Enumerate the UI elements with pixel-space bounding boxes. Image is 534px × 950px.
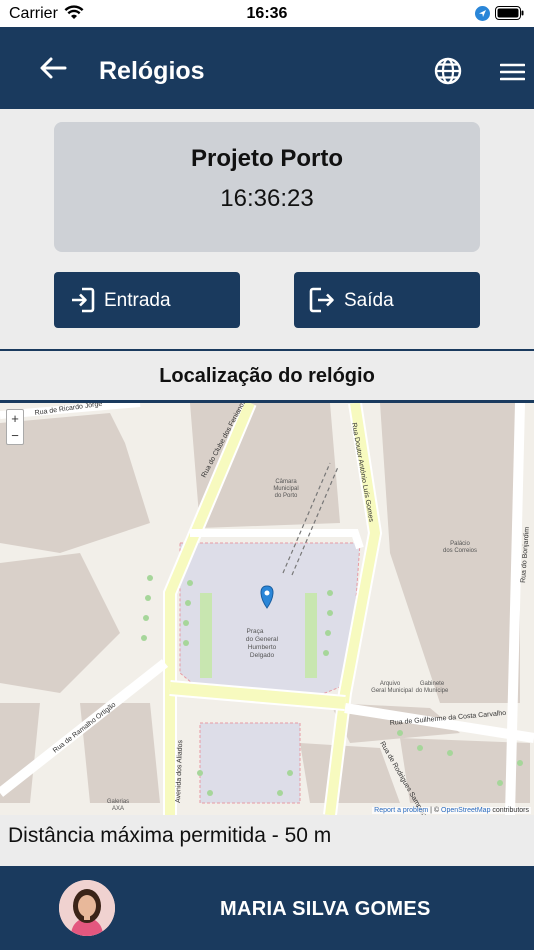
page-title: Relógios	[99, 57, 205, 85]
map-view[interactable]: Praça do General Humberto Delgado Câmara…	[0, 403, 534, 815]
status-bar: Carrier 16:36	[0, 0, 534, 27]
globe-icon[interactable]	[434, 57, 462, 85]
svg-text:do General: do General	[246, 636, 279, 643]
svg-text:do Porto: do Porto	[275, 493, 298, 499]
map-attribution: Report a problem | © OpenStreetMap contr…	[372, 807, 531, 814]
osm-link[interactable]: OpenStreetMap	[441, 807, 490, 814]
distance-info: Distância máxima permitida - 50 m	[0, 815, 534, 866]
project-name: Projeto Porto	[190, 145, 343, 172]
svg-text:AXA: AXA	[112, 806, 124, 812]
back-arrow-icon[interactable]	[38, 55, 68, 81]
section-title: Localização do relógio	[159, 365, 375, 387]
user-footer: MARIA SILVA GOMES	[0, 866, 534, 950]
svg-text:Municipal: Municipal	[273, 486, 298, 492]
svg-text:Galerias: Galerias	[107, 799, 129, 805]
entry-icon	[72, 287, 95, 313]
exit-button[interactable]: Saída	[294, 272, 480, 328]
svg-text:Arquivo: Arquivo	[380, 681, 401, 687]
status-time: 16:36	[246, 5, 288, 22]
svg-text:Delgado: Delgado	[250, 652, 275, 659]
exit-label: Saída	[344, 290, 394, 311]
distance-label: Distância máxima permitida - 50 m	[8, 824, 332, 847]
current-time: 16:36:23	[220, 185, 314, 212]
svg-text:dos Correios: dos Correios	[443, 548, 477, 554]
map-zoom-controls[interactable]: + −	[6, 409, 24, 445]
svg-text:Praça: Praça	[247, 628, 264, 635]
clock-card: Projeto Porto 16:36:23	[54, 122, 480, 252]
section-header: Localização do relógio	[0, 349, 534, 403]
battery-icon	[495, 6, 524, 20]
location-arrow-icon	[475, 6, 490, 21]
svg-text:do Munícipe: do Munícipe	[416, 688, 449, 694]
entry-button[interactable]: Entrada	[54, 272, 240, 328]
svg-text:Gabinete: Gabinete	[420, 681, 445, 687]
report-problem-link[interactable]: Report a problem	[374, 807, 428, 814]
entry-label: Entrada	[104, 290, 171, 311]
avatar-image	[59, 880, 115, 936]
attribution-separator: | ©	[428, 807, 442, 814]
avatar[interactable]	[59, 880, 115, 936]
zoom-out-button[interactable]: −	[7, 427, 23, 444]
exit-icon	[309, 287, 334, 313]
svg-text:Câmara: Câmara	[275, 479, 297, 485]
user-name: MARIA SILVA GOMES	[220, 898, 431, 920]
attribution-contributors: contributors	[490, 807, 529, 814]
app-bar: Relógios	[0, 27, 534, 109]
zoom-in-button[interactable]: +	[7, 410, 23, 427]
svg-text:Geral Municipal: Geral Municipal	[371, 688, 413, 694]
svg-text:Humberto: Humberto	[248, 644, 277, 651]
menu-icon[interactable]	[500, 63, 525, 81]
svg-text:Palácio: Palácio	[450, 541, 470, 547]
map-canvas: Praça do General Humberto Delgado Câmara…	[0, 403, 534, 815]
